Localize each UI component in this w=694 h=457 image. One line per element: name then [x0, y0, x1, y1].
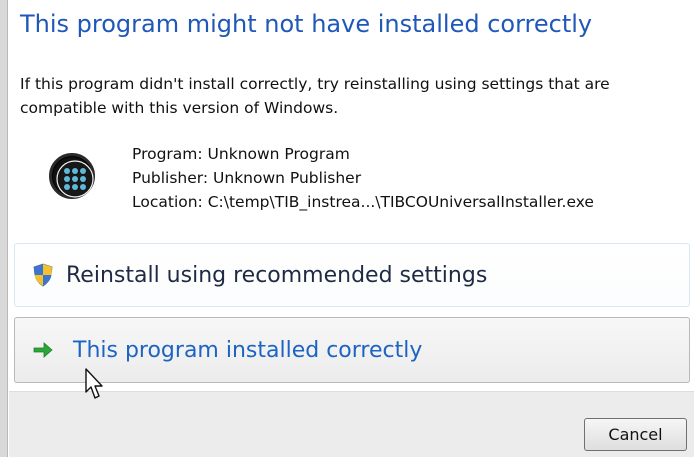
reinstall-option-label: Reinstall using recommended settings: [66, 262, 488, 288]
program-location: Location: C:\temp\TIB_instrea...\TIBCOUn…: [132, 193, 594, 211]
green-arrow-icon: [31, 338, 55, 362]
shield-icon: [31, 263, 55, 287]
program-name: Program: Unknown Program: [132, 145, 350, 163]
reinstall-recommended-settings-button[interactable]: Reinstall using recommended settings: [14, 243, 690, 307]
program-installed-correctly-button[interactable]: This program installed correctly: [14, 317, 690, 383]
program-compatibility-dialog: This program might not have installed co…: [0, 0, 694, 457]
dialog-title: This program might not have installed co…: [20, 10, 593, 38]
program-publisher: Publisher: Unknown Publisher: [132, 169, 362, 187]
instruction-text: If this program didn't install correctly…: [20, 75, 610, 117]
installed-correctly-option-label: This program installed correctly: [73, 337, 423, 363]
cancel-button[interactable]: Cancel: [584, 418, 687, 451]
program-details: Program: Unknown Program Publisher: Unkn…: [132, 142, 594, 214]
program-icon: [49, 153, 95, 199]
window-frame: [0, 0, 8, 457]
